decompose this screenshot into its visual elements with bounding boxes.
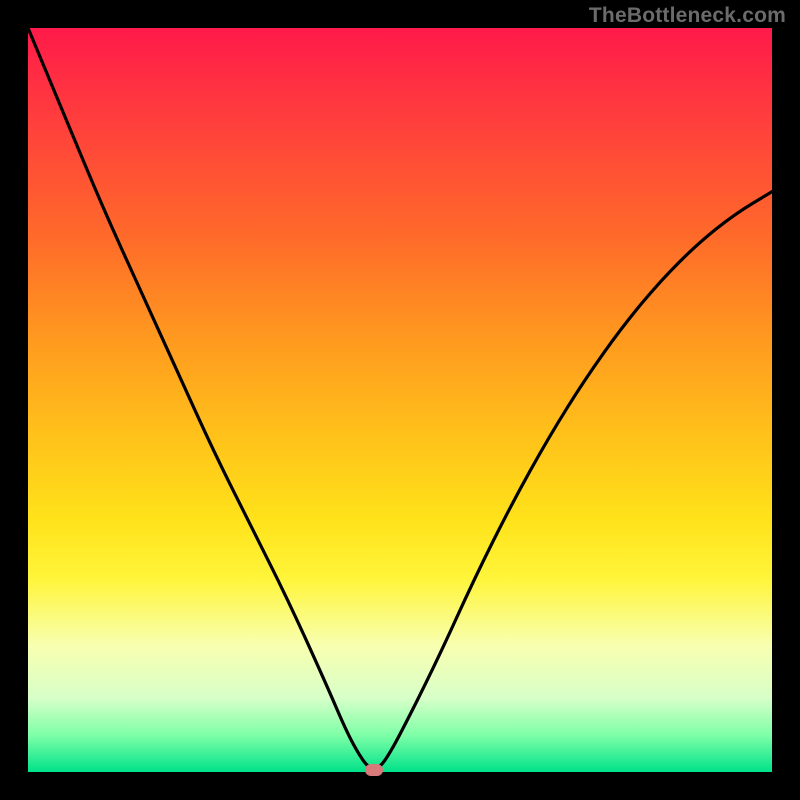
bottleneck-curve (28, 28, 772, 772)
watermark-label: TheBottleneck.com (589, 4, 786, 28)
chart-frame: { "watermark": "TheBottleneck.com", "col… (0, 0, 800, 800)
curve-minimum-marker (365, 764, 383, 776)
plot-area (28, 28, 772, 772)
